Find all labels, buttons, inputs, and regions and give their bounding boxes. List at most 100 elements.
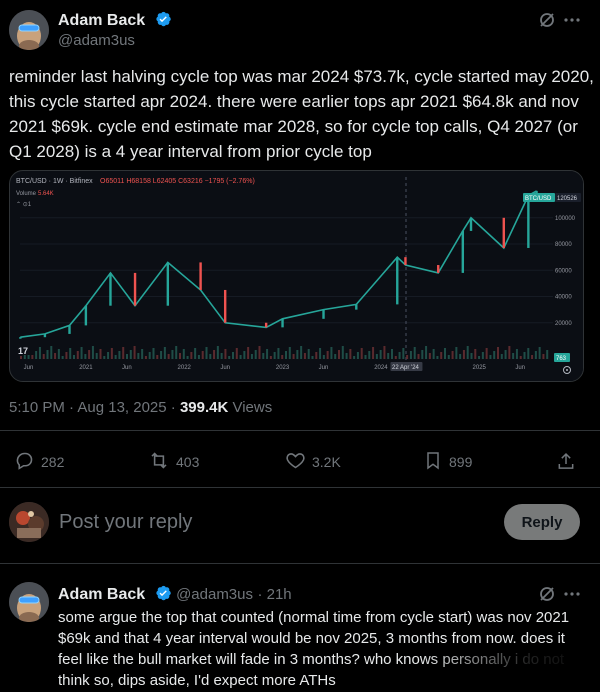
- grok-slash-icon[interactable]: [537, 10, 557, 30]
- x-tick-label: Jun: [122, 365, 132, 371]
- verified-badge-icon: [154, 10, 172, 28]
- volume-bar: [444, 348, 446, 359]
- volume-bar: [432, 349, 435, 359]
- reply-grok-slash-icon[interactable]: [537, 584, 557, 604]
- text-fade-overlay: [420, 648, 600, 692]
- volume-bar: [61, 356, 64, 359]
- volume-bar: [175, 346, 178, 359]
- volume-bar: [38, 347, 41, 359]
- reply-button[interactable]: Reply: [504, 504, 580, 540]
- volume-bar: [228, 356, 231, 359]
- volume-bar: [35, 351, 38, 359]
- repost-action[interactable]: 403: [148, 450, 199, 474]
- author-handle[interactable]: @adam3us: [58, 32, 172, 49]
- author-name[interactable]: Adam Back: [58, 12, 145, 29]
- volume-bar: [391, 349, 393, 359]
- views-count: 399.4K: [179, 399, 229, 416]
- volume-bar: [546, 350, 549, 359]
- price-tag-value: 120526: [557, 196, 578, 202]
- reply-time[interactable]: · 21h: [257, 586, 291, 603]
- divider-mid: [0, 487, 600, 488]
- like-count: 3.2K: [312, 454, 341, 470]
- volume-bar: [394, 356, 397, 359]
- volume-bar: [459, 354, 462, 359]
- views-label: Views: [228, 399, 273, 416]
- bookmark-icon: [423, 450, 443, 474]
- volume-bar: [364, 355, 367, 359]
- volume-bar: [118, 351, 121, 359]
- my-avatar[interactable]: [9, 502, 49, 542]
- volume-bar: [353, 356, 356, 359]
- tweet-timestamp[interactable]: 5:10 PM · Aug 13, 2025 ·: [9, 399, 180, 416]
- tweet-meta: 5:10 PM · Aug 13, 2025 · 399.4K Views: [9, 399, 272, 416]
- volume-bar: [273, 352, 276, 359]
- more-horizontal-icon[interactable]: [562, 10, 582, 30]
- volume-bar: [292, 354, 295, 359]
- price-candle: [469, 217, 473, 231]
- bookmark-action[interactable]: 899: [423, 450, 472, 474]
- volume-bar: [126, 354, 128, 359]
- volume-bar: [46, 350, 49, 359]
- price-candle: [437, 265, 440, 273]
- reply-author-handle[interactable]: @adam3us: [176, 586, 253, 603]
- volume-bar: [515, 349, 518, 359]
- x-tick-label: 2021: [79, 365, 93, 371]
- volume-bar: [190, 352, 193, 359]
- volume-bar: [269, 356, 272, 359]
- tweet-text: reminder last halving cycle top was mar …: [9, 67, 594, 161]
- repost-count: 403: [176, 454, 200, 470]
- volume-bar: [440, 352, 443, 359]
- volume-bar: [481, 352, 484, 359]
- x-tick-label: 2023: [276, 365, 290, 371]
- volume-bar: [57, 349, 60, 359]
- price-candle: [322, 309, 325, 319]
- volume-bar: [224, 349, 227, 359]
- volume-bar: [95, 353, 98, 359]
- volume-bar: [470, 353, 473, 359]
- volume-bar: [42, 354, 45, 359]
- volume-bar: [296, 350, 299, 359]
- reply-author-avatar[interactable]: [9, 582, 49, 622]
- price-candle: [527, 195, 530, 248]
- volume-bar: [122, 347, 125, 359]
- volume-bar: [137, 353, 140, 359]
- chart-image[interactable]: 100000 80000 60000 40000 20000 Jun 2021 Jun 202…: [9, 170, 584, 382]
- price-candle: [223, 289, 227, 323]
- volume-bar: [338, 350, 340, 359]
- volume-bar: [303, 353, 306, 359]
- btc-chart: 100000 80000 60000 40000 20000 Jun 2021 Jun 202…: [16, 171, 583, 381]
- volume-bar: [512, 353, 515, 359]
- volume-bar: [114, 355, 117, 359]
- share-icon[interactable]: [555, 450, 577, 472]
- volume-label: Volume: [16, 191, 37, 197]
- volume-bar: [107, 352, 110, 359]
- reply-more-horizontal-icon[interactable]: [562, 584, 582, 604]
- volume-bar: [372, 347, 375, 359]
- volume-bar: [341, 346, 344, 359]
- volume-bar: [20, 356, 22, 359]
- volume-bar: [160, 351, 163, 359]
- x-tick-label: Jun: [515, 365, 525, 371]
- volume-bar: [285, 351, 287, 359]
- author-avatar[interactable]: [9, 10, 49, 50]
- volume-bar: [311, 356, 314, 359]
- x-tick-label: 2024: [374, 365, 388, 371]
- reply-action[interactable]: 282: [14, 450, 64, 474]
- reply-input[interactable]: Post your reply: [59, 511, 192, 534]
- volume-bar: [300, 346, 303, 359]
- price-candle: [404, 257, 407, 266]
- chart-header: BTC/USD · 1W · Bitfinex: [16, 178, 93, 185]
- volume-bar: [163, 347, 166, 359]
- reply-author-name[interactable]: Adam Back: [58, 586, 145, 603]
- volume-bar: [402, 348, 405, 359]
- like-action[interactable]: 3.2K: [285, 450, 341, 474]
- volume-bar: [322, 355, 325, 359]
- volume-bar: [334, 354, 337, 359]
- volume-bar: [213, 350, 216, 359]
- price-series-line: [20, 190, 537, 338]
- bookmark-count: 899: [449, 454, 473, 470]
- volume-bar: [349, 349, 352, 359]
- volume-bar: [110, 348, 113, 359]
- heart-icon: [285, 450, 306, 474]
- price-tag-label: BTC/USD: [525, 196, 552, 202]
